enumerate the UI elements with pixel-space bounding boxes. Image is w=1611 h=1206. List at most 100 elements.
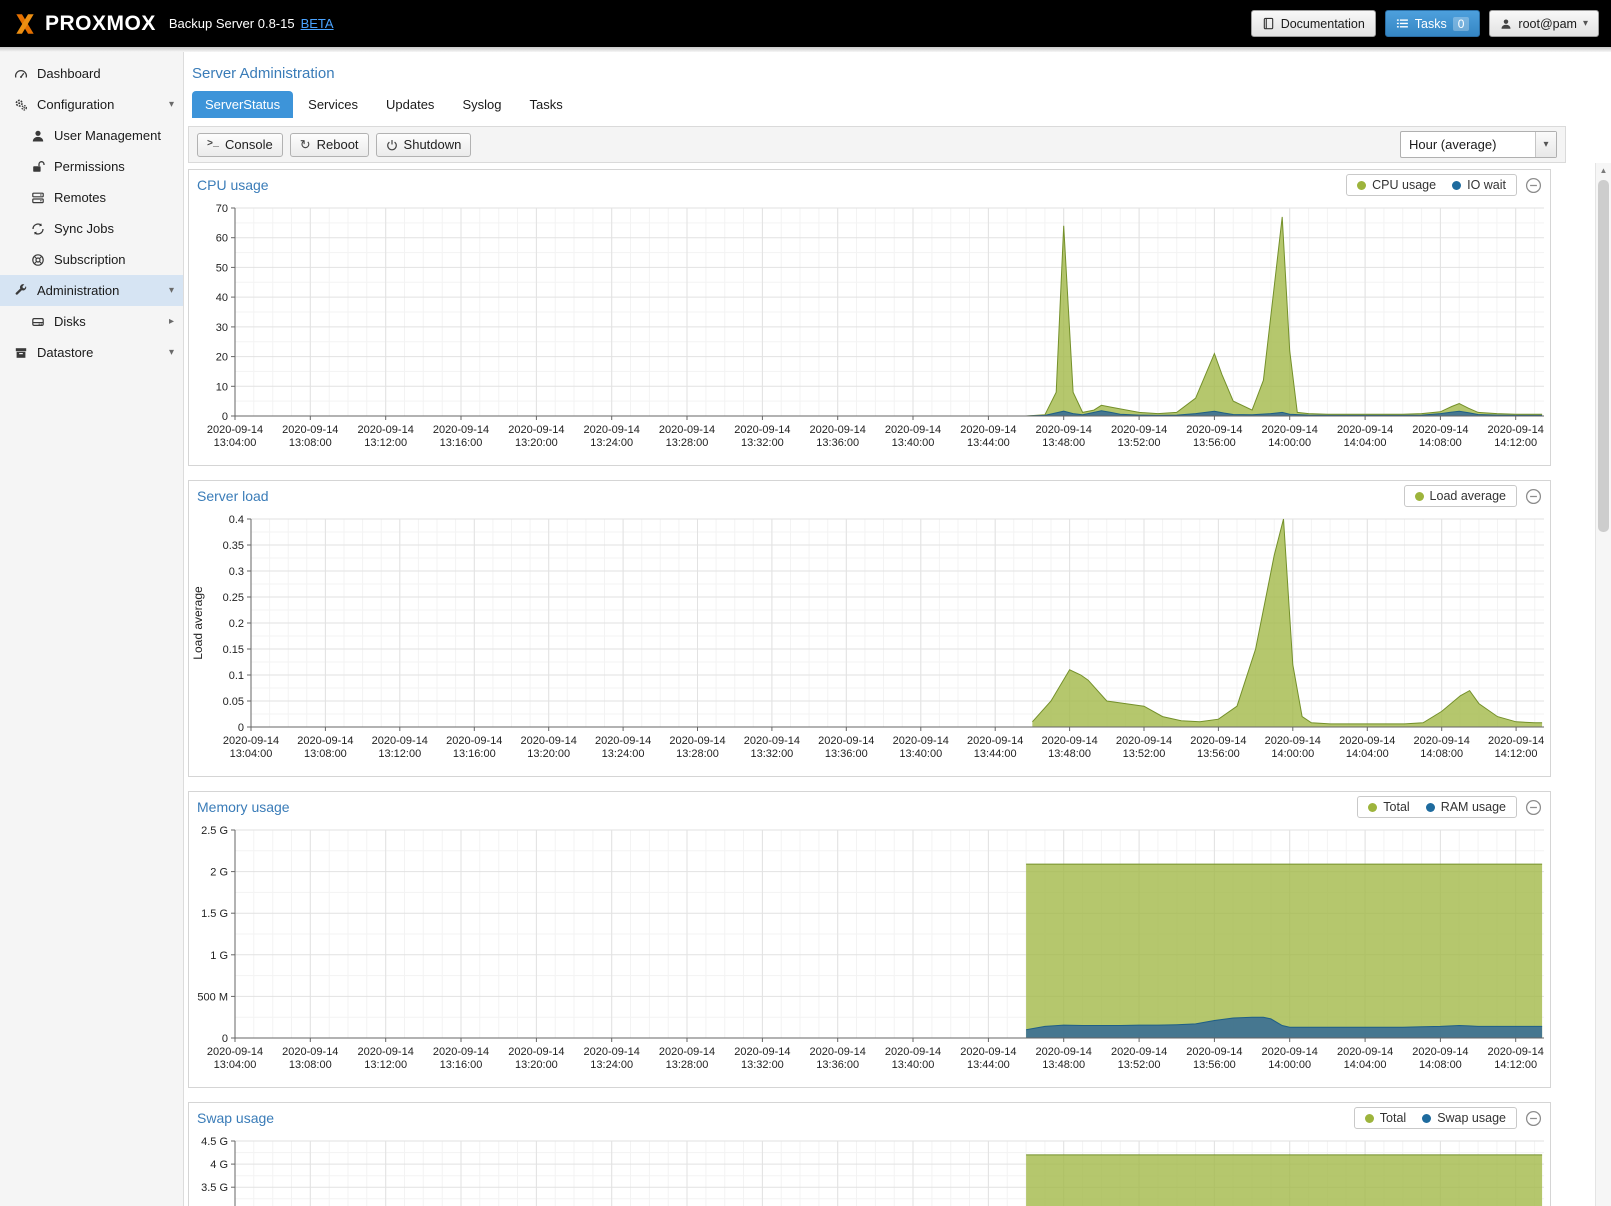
cpu-usage-panel: CPU usage CPU usage IO wait 010203040506… bbox=[188, 169, 1551, 466]
sidebar-item-configuration[interactable]: Configuration ▾ bbox=[0, 89, 183, 120]
user-icon bbox=[31, 129, 45, 143]
tab-services[interactable]: Services bbox=[295, 91, 371, 118]
svg-text:13:28:00: 13:28:00 bbox=[676, 748, 719, 760]
svg-text:2020-09-14: 2020-09-14 bbox=[960, 424, 1016, 436]
task-list-icon bbox=[1396, 17, 1409, 30]
svg-text:2020-09-14: 2020-09-14 bbox=[372, 735, 428, 747]
svg-text:13:32:00: 13:32:00 bbox=[741, 1059, 784, 1071]
legend-item[interactable]: Swap usage bbox=[1422, 1111, 1506, 1125]
chart-legend[interactable]: CPU usage IO wait bbox=[1346, 174, 1517, 196]
collapse-panel-icon[interactable] bbox=[1525, 177, 1542, 194]
chart-legend[interactable]: Load average bbox=[1404, 485, 1517, 507]
top-bar: PROXMOX Backup Server 0.8-15 BETA Docume… bbox=[0, 0, 1611, 47]
svg-text:2020-09-14: 2020-09-14 bbox=[358, 1046, 414, 1058]
console-button[interactable]: >_ Console bbox=[197, 133, 283, 157]
cpu-usage-chart: 0102030405060702020-09-1413:04:002020-09… bbox=[189, 200, 1550, 465]
power-icon bbox=[386, 139, 398, 151]
svg-text:14:08:00: 14:08:00 bbox=[1419, 437, 1462, 449]
tab-serverstatus[interactable]: ServerStatus bbox=[192, 91, 293, 118]
reboot-label: Reboot bbox=[317, 137, 359, 152]
svg-text:3.5 G: 3.5 G bbox=[201, 1182, 228, 1194]
svg-text:2020-09-14: 2020-09-14 bbox=[818, 735, 874, 747]
sidebar-item-datastore[interactable]: Datastore ▾ bbox=[0, 337, 183, 368]
svg-text:13:36:00: 13:36:00 bbox=[816, 1059, 859, 1071]
sidebar-item-remotes[interactable]: Remotes bbox=[0, 182, 183, 213]
server-load-chart: 00.050.10.150.20.250.30.350.42020-09-141… bbox=[189, 511, 1550, 776]
svg-text:2020-09-14: 2020-09-14 bbox=[1265, 735, 1321, 747]
server-load-panel: Server load Load average 00.050.10.150.2… bbox=[188, 480, 1551, 777]
documentation-button[interactable]: Documentation bbox=[1251, 10, 1376, 37]
user-menu-button[interactable]: root@pam ▾ bbox=[1489, 10, 1599, 37]
timeframe-select[interactable]: Hour (average) ▾ bbox=[1400, 131, 1557, 158]
chart-legend[interactable]: Total Swap usage bbox=[1354, 1107, 1517, 1129]
panel-title: CPU usage bbox=[197, 177, 1338, 193]
svg-text:2020-09-14: 2020-09-14 bbox=[207, 424, 263, 436]
sidebar-item-label: Sync Jobs bbox=[54, 221, 114, 236]
svg-text:2020-09-14: 2020-09-14 bbox=[297, 735, 353, 747]
svg-text:2.5 G: 2.5 G bbox=[201, 825, 228, 837]
svg-text:2020-09-14: 2020-09-14 bbox=[1036, 424, 1092, 436]
chevron-down-icon: ▾ bbox=[169, 285, 174, 296]
chart-legend[interactable]: Total RAM usage bbox=[1357, 796, 1517, 818]
svg-text:0.35: 0.35 bbox=[223, 540, 244, 552]
shutdown-button[interactable]: Shutdown bbox=[376, 133, 472, 157]
legend-item[interactable]: RAM usage bbox=[1426, 800, 1506, 814]
svg-text:13:36:00: 13:36:00 bbox=[825, 748, 868, 760]
svg-text:2020-09-14: 2020-09-14 bbox=[521, 735, 577, 747]
svg-text:0.1: 0.1 bbox=[229, 670, 244, 682]
timeframe-value: Hour (average) bbox=[1401, 137, 1535, 152]
sidebar-item-administration[interactable]: Administration ▾ bbox=[0, 275, 183, 306]
sidebar-item-label: Administration bbox=[37, 283, 119, 298]
console-label: Console bbox=[225, 137, 273, 152]
reboot-button[interactable]: ↻ Reboot bbox=[290, 133, 369, 157]
svg-text:13:40:00: 13:40:00 bbox=[892, 1059, 935, 1071]
svg-text:13:56:00: 13:56:00 bbox=[1193, 1059, 1236, 1071]
sidebar-item-permissions[interactable]: Permissions bbox=[0, 151, 183, 182]
svg-text:14:00:00: 14:00:00 bbox=[1268, 1059, 1311, 1071]
sidebar-item-subscription[interactable]: Subscription bbox=[0, 244, 183, 275]
collapse-panel-icon[interactable] bbox=[1525, 1110, 1542, 1127]
scroll-thumb[interactable] bbox=[1598, 180, 1609, 532]
legend-item[interactable]: Total bbox=[1365, 1111, 1406, 1125]
svg-text:14:00:00: 14:00:00 bbox=[1271, 748, 1314, 760]
sidebar-item-sync-jobs[interactable]: Sync Jobs bbox=[0, 213, 183, 244]
tasks-button[interactable]: Tasks 0 bbox=[1385, 10, 1481, 37]
svg-text:13:04:00: 13:04:00 bbox=[214, 1059, 257, 1071]
sidebar-item-disks[interactable]: Disks ▸ bbox=[0, 306, 183, 337]
svg-text:0.2: 0.2 bbox=[229, 618, 244, 630]
scroll-up-button[interactable]: ▲ bbox=[1596, 163, 1611, 178]
chevron-down-icon: ▾ bbox=[1583, 18, 1588, 29]
tab-updates[interactable]: Updates bbox=[373, 91, 447, 118]
svg-text:2020-09-14: 2020-09-14 bbox=[967, 735, 1023, 747]
legend-item[interactable]: Total bbox=[1368, 800, 1409, 814]
sidebar-item-label: Disks bbox=[54, 314, 86, 329]
legend-item[interactable]: Load average bbox=[1415, 489, 1506, 503]
collapse-panel-icon[interactable] bbox=[1525, 488, 1542, 505]
chevron-down-icon: ▾ bbox=[169, 99, 174, 110]
sidebar-item-dashboard[interactable]: Dashboard bbox=[0, 58, 183, 89]
svg-text:2020-09-14: 2020-09-14 bbox=[1186, 1046, 1242, 1058]
svg-text:14:04:00: 14:04:00 bbox=[1346, 748, 1389, 760]
legend-item[interactable]: IO wait bbox=[1452, 178, 1506, 192]
svg-text:14:08:00: 14:08:00 bbox=[1420, 748, 1463, 760]
svg-text:14:04:00: 14:04:00 bbox=[1344, 1059, 1387, 1071]
svg-text:13:24:00: 13:24:00 bbox=[590, 437, 633, 449]
svg-text:13:20:00: 13:20:00 bbox=[515, 437, 558, 449]
svg-text:13:52:00: 13:52:00 bbox=[1123, 748, 1166, 760]
beta-link[interactable]: BETA bbox=[301, 16, 334, 31]
tab-tasks[interactable]: Tasks bbox=[516, 91, 575, 118]
proxmox-x-icon bbox=[12, 11, 38, 37]
tasks-count-badge: 0 bbox=[1453, 17, 1470, 31]
legend-item[interactable]: CPU usage bbox=[1357, 178, 1436, 192]
svg-text:0.15: 0.15 bbox=[223, 644, 244, 656]
collapse-panel-icon[interactable] bbox=[1525, 799, 1542, 816]
sidebar-item-label: Configuration bbox=[37, 97, 114, 112]
svg-text:13:12:00: 13:12:00 bbox=[364, 437, 407, 449]
svg-text:14:08:00: 14:08:00 bbox=[1419, 1059, 1462, 1071]
sidebar-item-user-management[interactable]: User Management bbox=[0, 120, 183, 151]
svg-text:13:56:00: 13:56:00 bbox=[1193, 437, 1236, 449]
chevron-down-icon: ▾ bbox=[169, 347, 174, 358]
svg-text:2020-09-14: 2020-09-14 bbox=[433, 424, 489, 436]
vertical-scrollbar[interactable]: ▲ bbox=[1595, 163, 1611, 1206]
tab-syslog[interactable]: Syslog bbox=[449, 91, 514, 118]
